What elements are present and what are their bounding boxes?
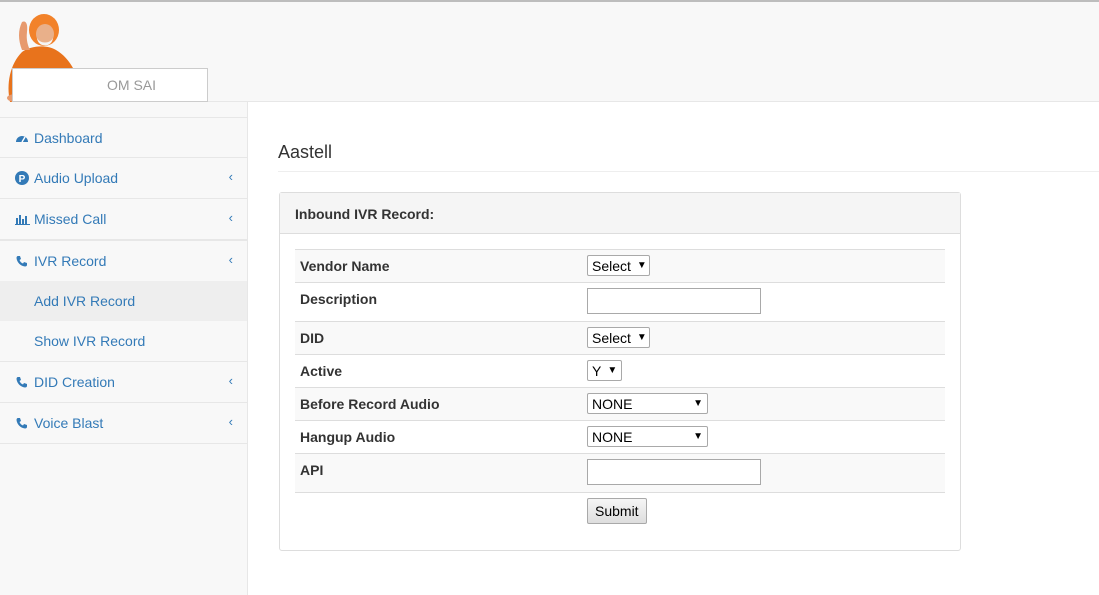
submit-button[interactable]: Submit	[587, 498, 647, 524]
form-row-description: Description	[295, 282, 945, 322]
phone-icon	[14, 415, 30, 431]
sidebar-item-label: Voice Blast	[34, 415, 104, 431]
sidebar-item-label: Dashboard	[34, 129, 103, 146]
sidebar-item-did-creation[interactable]: DID Creation ‹	[0, 362, 247, 403]
before-record-audio-value: NONE	[592, 395, 633, 412]
empty-cell	[295, 492, 587, 529]
chevron-left-icon: ‹	[228, 414, 233, 429]
dropdown-arrow-icon: ▼	[636, 260, 647, 271]
sidebar-item-dashboard[interactable]: Dashboard	[0, 117, 247, 158]
chevron-left-icon: ‹	[228, 169, 233, 184]
sidebar-item-voice-blast[interactable]: Voice Blast ‹	[0, 403, 247, 444]
main-content: Aastell Inbound IVR Record: Vendor Name …	[247, 102, 1099, 595]
dropdown-arrow-icon: ▼	[636, 332, 647, 343]
hangup-audio-select[interactable]: NONE ▼	[587, 426, 708, 447]
sidebar-item-label: Missed Call	[34, 211, 107, 227]
description-input[interactable]	[587, 288, 761, 314]
p-circle-icon: P	[14, 170, 30, 186]
sidebar-subitem-add-ivr-record[interactable]: Add IVR Record	[0, 281, 247, 321]
bar-chart-icon	[14, 211, 30, 227]
active-value: Y	[592, 362, 602, 379]
sidebar-item-ivr-record[interactable]: IVR Record ‹	[0, 240, 247, 281]
active-select[interactable]: Y ▼	[587, 360, 622, 381]
chevron-left-icon: ‹	[228, 373, 233, 388]
search-input[interactable]	[13, 69, 207, 101]
panel-heading: Inbound IVR Record:	[280, 193, 960, 234]
ivr-record-form: Vendor Name Select ▼ Description DID Sele…	[295, 249, 945, 529]
form-row-vendor: Vendor Name Select ▼	[295, 249, 945, 283]
dashboard-icon	[14, 130, 30, 146]
before-record-audio-label: Before Record Audio	[295, 387, 587, 421]
sidebar-subitem-show-ivr-record[interactable]: Show IVR Record	[0, 321, 247, 361]
dropdown-arrow-icon: ▼	[693, 431, 703, 442]
did-value: Select	[592, 329, 631, 346]
ivr-record-panel: Inbound IVR Record: Vendor Name Select ▼ …	[279, 192, 961, 551]
dropdown-arrow-icon: ▼	[693, 398, 703, 409]
phone-icon	[14, 374, 30, 390]
svg-text:P: P	[19, 174, 26, 185]
form-row-active: Active Y ▼	[295, 354, 945, 388]
hangup-audio-label: Hangup Audio	[295, 420, 587, 454]
api-label: API	[295, 453, 587, 493]
vendor-name-label: Vendor Name	[295, 249, 587, 283]
sidebar-item-label: IVR Record	[34, 253, 107, 269]
form-row-did: DID Select ▼	[295, 321, 945, 355]
dropdown-arrow-icon: ▼	[607, 365, 618, 376]
form-row-hangup-audio: Hangup Audio NONE ▼	[295, 420, 945, 454]
sidebar-item-audio-upload[interactable]: P Audio Upload ‹	[0, 158, 247, 199]
before-record-audio-select[interactable]: NONE ▼	[587, 393, 708, 414]
form-row-api: API	[295, 453, 945, 493]
did-select[interactable]: Select ▼	[587, 327, 650, 348]
sidebar: Dashboard P Audio Upload ‹ Missed Call ‹…	[0, 117, 247, 444]
api-input[interactable]	[587, 459, 761, 485]
description-label: Description	[295, 282, 587, 322]
form-row-before-record-audio: Before Record Audio NONE ▼	[295, 387, 945, 421]
form-row-submit: Submit	[295, 492, 945, 529]
chevron-left-icon: ‹	[228, 210, 233, 225]
vendor-name-value: Select	[592, 257, 631, 274]
hangup-audio-value: NONE	[592, 428, 633, 445]
active-label: Active	[295, 354, 587, 388]
vendor-name-select[interactable]: Select ▼	[587, 255, 650, 276]
sidebar-item-label: DID Creation	[34, 374, 115, 390]
chevron-left-icon: ‹	[228, 252, 233, 267]
sidebar-item-label: Audio Upload	[34, 170, 119, 186]
sidebar-item-missed-call[interactable]: Missed Call ‹	[0, 199, 247, 240]
ivr-record-group: IVR Record ‹ Add IVR Record Show IVR Rec…	[0, 240, 247, 362]
search-box[interactable]	[12, 68, 208, 102]
page-title: Aastell	[278, 142, 333, 162]
did-label: DID	[295, 321, 587, 355]
phone-icon	[14, 253, 30, 269]
title-divider	[278, 171, 1099, 172]
